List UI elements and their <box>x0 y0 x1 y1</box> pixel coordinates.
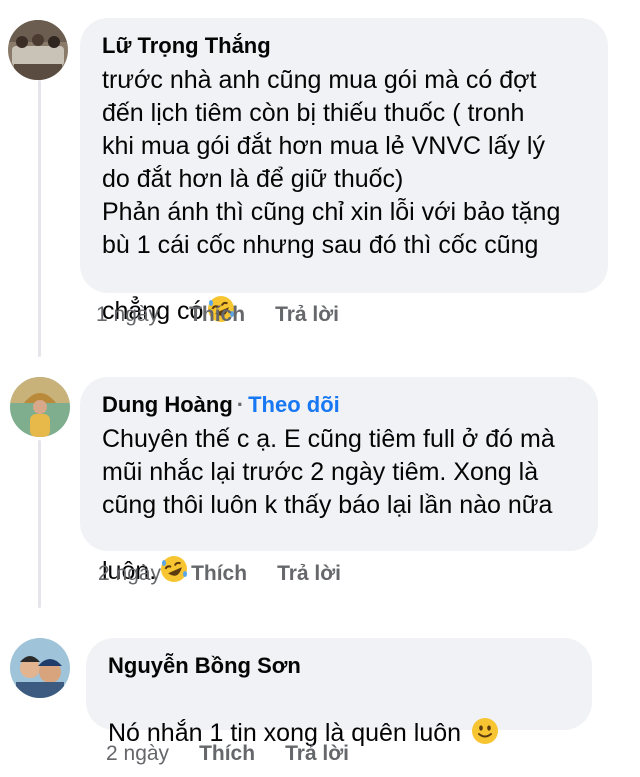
comment-bubble: Lữ Trọng Thắng trước nhà anh cũng mua gó… <box>80 18 608 325</box>
comment-author[interactable]: Nguyễn Bồng Sơn <box>108 653 301 678</box>
avatar-photo-icon <box>10 377 70 437</box>
avatar-photo-icon <box>8 20 68 80</box>
comment-bubble: Nguyễn Bồng Sơn Nó nhắn 1 tin xong là qu… <box>86 638 592 747</box>
comment-author[interactable]: Lữ Trọng Thắng <box>102 33 271 58</box>
like-button[interactable]: Thích <box>189 303 245 327</box>
separator-dot: · <box>236 392 245 417</box>
reply-button[interactable]: Trả lời <box>277 562 341 586</box>
comment-text: trước nhà anh cũng mua gói mà có đợt đến… <box>102 64 586 328</box>
comment-timestamp[interactable]: 2 ngày <box>106 742 169 766</box>
follow-button[interactable]: Theo dõi <box>248 392 340 417</box>
reply-button[interactable]: Trả lời <box>275 303 339 327</box>
slight-smile-emoji-icon <box>471 684 499 744</box>
comment-actions: 1 ngày Thích Trả lời <box>96 303 339 327</box>
like-button[interactable]: Thích <box>191 562 247 586</box>
comment-actions: 2 ngày Thích Trả lời <box>98 562 341 586</box>
avatar-photo-icon <box>10 638 70 698</box>
rofl-emoji-icon <box>160 522 188 582</box>
comment-timestamp[interactable]: 1 ngày <box>96 303 159 327</box>
thread-line <box>38 440 41 608</box>
avatar[interactable] <box>10 638 70 698</box>
like-button[interactable]: Thích <box>199 742 255 766</box>
rofl-emoji-icon <box>207 262 235 322</box>
avatar[interactable] <box>8 20 68 80</box>
comment-author[interactable]: Dung Hoàng <box>102 392 233 417</box>
comment-timestamp[interactable]: 2 ngày <box>98 562 161 586</box>
comment-bubble: Dung Hoàng · Theo dõi Chuyên thế c ạ. E cũ… <box>80 377 598 585</box>
comment-body: trước nhà anh cũng mua gói mà có đợt đến… <box>102 66 561 325</box>
reply-button[interactable]: Trả lời <box>285 742 349 766</box>
comment-actions: 2 ngày Thích Trả lời <box>106 742 349 766</box>
thread-line <box>38 80 41 357</box>
comment-text: Nó nhắn 1 tin xong là quên luôn <box>108 684 570 750</box>
avatar[interactable] <box>10 377 70 437</box>
